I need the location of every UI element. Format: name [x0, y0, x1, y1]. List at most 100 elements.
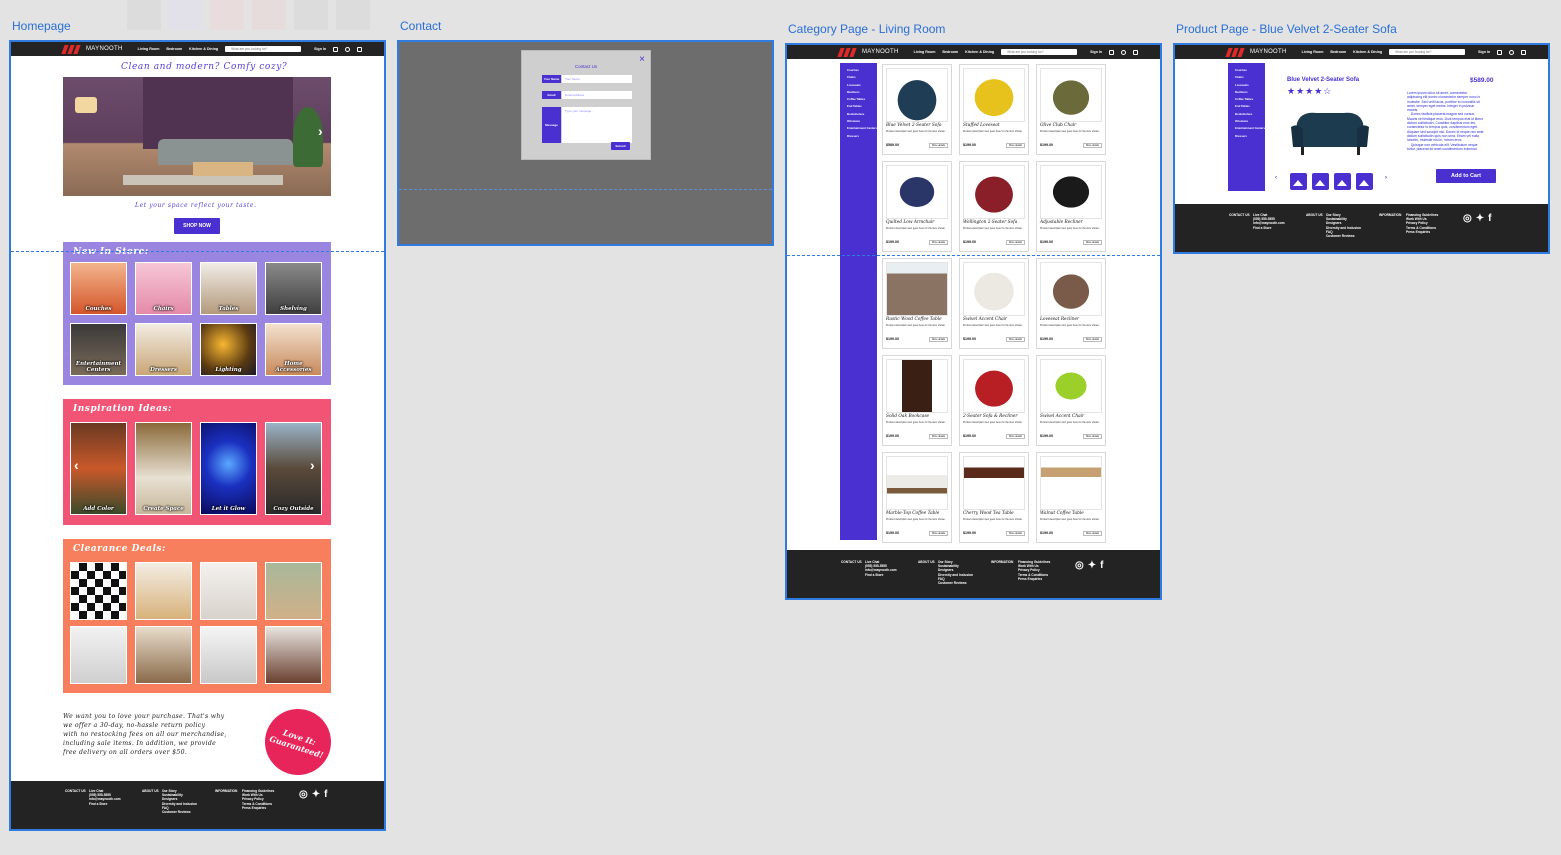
- product-image[interactable]: [886, 359, 948, 413]
- tile-shelving[interactable]: Shelving: [265, 262, 322, 315]
- product-name[interactable]: Swivel Accent Chair: [1040, 414, 1084, 419]
- product-card[interactable]: Solid Oak Bookcase Product description te…: [882, 355, 952, 446]
- more-details-button[interactable]: More details: [1083, 531, 1102, 536]
- sidebar-item[interactable]: Couches: [847, 67, 877, 74]
- more-details-button[interactable]: More details: [929, 531, 948, 536]
- nav-bedroom[interactable]: Bedroom: [942, 50, 958, 54]
- product-card[interactable]: Swivel Accent Chair Product description t…: [1036, 355, 1106, 446]
- tile-dressers[interactable]: Dressers: [135, 323, 192, 376]
- sidebar-item[interactable]: Entertainment Centers: [1235, 125, 1265, 132]
- tile-entertainment[interactable]: Entertainment Centers: [70, 323, 127, 376]
- logo-icon[interactable]: [1225, 47, 1245, 57]
- product-name[interactable]: Walnut Coffee Table: [1040, 511, 1084, 516]
- product-name[interactable]: Marble-Top Coffee Table: [886, 511, 939, 516]
- shop-now-button[interactable]: SHOP NOW: [174, 218, 220, 234]
- product-image[interactable]: [1040, 262, 1102, 316]
- tile-home-accessories[interactable]: Home Accessories: [265, 323, 322, 376]
- product-image[interactable]: [1040, 456, 1102, 510]
- product-image[interactable]: [963, 68, 1025, 122]
- prev-image-icon[interactable]: ‹: [1275, 175, 1277, 181]
- sidebar-item[interactable]: Recliners: [847, 89, 877, 96]
- product-name[interactable]: Quilted Low Armchair: [886, 220, 934, 225]
- sidebar-item[interactable]: Bookshelves: [847, 111, 877, 118]
- product-card[interactable]: Adjustable Recliner Product description t…: [1036, 161, 1106, 252]
- clearance-item[interactable]: [70, 626, 127, 684]
- clearance-item[interactable]: [135, 562, 192, 620]
- product-image[interactable]: [886, 165, 948, 219]
- footer-about-links[interactable]: Our Story Sustainability Designers Diver…: [938, 560, 973, 585]
- product-card[interactable]: Rustic Wood Coffee Table Product descript…: [882, 258, 952, 349]
- more-details-button[interactable]: More details: [1006, 531, 1025, 536]
- product-card[interactable]: 2-Seater Sofa & Recliner Product descript…: [959, 355, 1029, 446]
- product-image[interactable]: [963, 359, 1025, 413]
- logo-icon[interactable]: [61, 44, 81, 54]
- heart-icon[interactable]: [345, 46, 351, 52]
- logo-text[interactable]: MAYNOOTH: [86, 46, 123, 52]
- sidebar-item[interactable]: Coffee Tables: [1235, 96, 1265, 103]
- clearance-item[interactable]: [265, 562, 322, 620]
- sidebar-item[interactable]: End Tables: [1235, 103, 1265, 110]
- heart-icon[interactable]: [1509, 49, 1515, 55]
- product-image[interactable]: [886, 68, 948, 122]
- tile-lighting[interactable]: Lighting: [200, 323, 257, 376]
- more-details-button[interactable]: More details: [929, 337, 948, 342]
- more-details-button[interactable]: More details: [1006, 240, 1025, 245]
- sidebar-item[interactable]: Ottomans: [1235, 118, 1265, 125]
- product-card[interactable]: Marble-Top Coffee Table Product descripti…: [882, 452, 952, 543]
- sidebar-item[interactable]: Entertainment Centers: [847, 125, 877, 132]
- product-name[interactable]: Solid Oak Bookcase: [886, 414, 929, 419]
- more-details-button[interactable]: More details: [1083, 240, 1102, 245]
- nav-living-room[interactable]: Living Room: [138, 47, 160, 51]
- footer-about-links[interactable]: Our Story Sustainability Designers Diver…: [1326, 213, 1361, 238]
- instagram-icon[interactable]: ◎: [1075, 560, 1084, 571]
- twitter-icon[interactable]: ✦: [312, 789, 320, 800]
- cart-icon[interactable]: [357, 46, 363, 52]
- sidebar-item[interactable]: Coffee Tables: [847, 96, 877, 103]
- email-field[interactable]: Email Address: [562, 91, 632, 99]
- footer-about-links[interactable]: Our Story Sustainability Designers Diver…: [162, 789, 197, 814]
- more-details-button[interactable]: More details: [1006, 434, 1025, 439]
- sidebar-item[interactable]: Bookshelves: [1235, 111, 1265, 118]
- sign-in-link[interactable]: Sign In: [314, 47, 326, 51]
- footer-info-links[interactable]: Financing Guidelines Work With Us Privac…: [1018, 560, 1050, 581]
- facebook-icon[interactable]: f: [324, 789, 327, 800]
- product-image[interactable]: [963, 262, 1025, 316]
- product-card[interactable]: Quilted Low Armchair Product description …: [882, 161, 952, 252]
- twitter-icon[interactable]: ✦: [1476, 213, 1484, 224]
- nav-living-room[interactable]: Living Room: [914, 50, 936, 54]
- user-icon[interactable]: [1109, 49, 1115, 55]
- sidebar-item[interactable]: Dressers: [847, 133, 877, 140]
- more-details-button[interactable]: More details: [1006, 143, 1025, 148]
- sign-in-link[interactable]: Sign In: [1478, 50, 1490, 54]
- product-card[interactable]: Olive Club Chair Product description text…: [1036, 64, 1106, 155]
- clearance-item[interactable]: [135, 626, 192, 684]
- footer-info-links[interactable]: Financing Guidelines Work With Us Privac…: [1406, 213, 1438, 234]
- name-field[interactable]: Your Name: [562, 75, 632, 83]
- heart-icon[interactable]: [1121, 49, 1127, 55]
- frame-title-category[interactable]: Category Page - Living Room: [788, 22, 945, 36]
- inspiration-next-arrow[interactable]: ›: [310, 457, 315, 473]
- product-card[interactable]: Cherry Wood Tea Table Product description…: [959, 452, 1029, 543]
- hero-next-arrow[interactable]: ›: [318, 123, 323, 139]
- sign-in-link[interactable]: Sign In: [1090, 50, 1102, 54]
- search-input[interactable]: What are you looking for?: [1001, 49, 1078, 55]
- product-name[interactable]: Olive Club Chair: [1040, 123, 1076, 128]
- sidebar-item[interactable]: Dressers: [1235, 133, 1265, 140]
- product-image[interactable]: [1040, 68, 1102, 122]
- product-name[interactable]: Rustic Wood Coffee Table: [886, 317, 942, 322]
- product-name[interactable]: Loveseat Recliner: [1040, 317, 1079, 322]
- homepage-frame[interactable]: MAYNOOTH Living Room Bedroom Kitchen & D…: [9, 40, 386, 831]
- logo-text[interactable]: MAYNOOTH: [862, 49, 899, 55]
- sidebar-item[interactable]: Chairs: [1235, 74, 1265, 81]
- clearance-item[interactable]: [200, 562, 257, 620]
- user-icon[interactable]: [333, 46, 339, 52]
- more-details-button[interactable]: More details: [929, 240, 948, 245]
- product-name[interactable]: Swivel Accent Chair: [963, 317, 1007, 322]
- tile-let-it-glow[interactable]: Let it Glow: [200, 422, 257, 515]
- thumbnail[interactable]: [1290, 173, 1307, 190]
- footer-contact-links[interactable]: Live Chat (555) 555-5555 info@maynooth.c…: [865, 560, 897, 577]
- sidebar-item[interactable]: Loveseats: [1235, 82, 1265, 89]
- product-name[interactable]: Wellington 2-Seater Sofa: [963, 220, 1017, 225]
- message-field[interactable]: Type your message...: [562, 107, 632, 143]
- product-card[interactable]: Swivel Accent Chair Product description t…: [959, 258, 1029, 349]
